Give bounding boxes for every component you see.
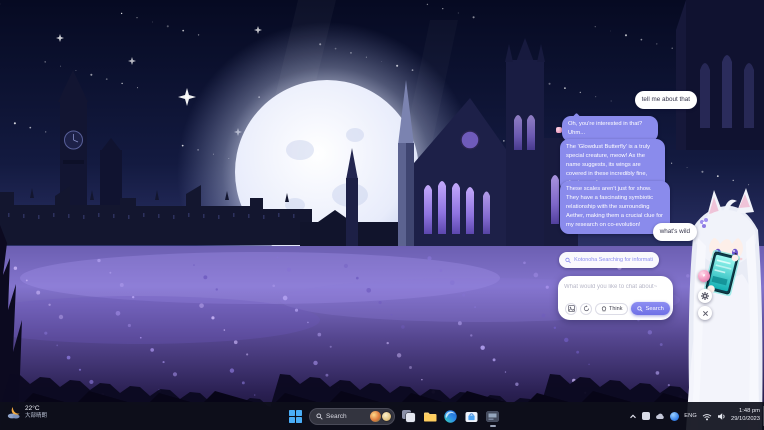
volume-icon bbox=[717, 412, 726, 421]
weather-condition: 大部晴朗 bbox=[25, 413, 47, 420]
store-icon bbox=[465, 410, 478, 423]
desktop: tell me about that Oh, you're interested… bbox=[0, 0, 764, 430]
chat-input[interactable] bbox=[564, 280, 667, 293]
taskbar-search-label: Search bbox=[326, 413, 347, 420]
weather-temperature: 22°C bbox=[25, 405, 47, 413]
search-status-text: Kotonoha Searching for information... bbox=[574, 257, 653, 263]
think-button[interactable]: Think bbox=[595, 303, 628, 315]
network-button[interactable] bbox=[702, 412, 712, 421]
regenerate-button[interactable] bbox=[580, 303, 592, 315]
search-icon bbox=[637, 306, 643, 312]
clock-date: 29/10/2023 bbox=[731, 416, 760, 424]
companion-character[interactable] bbox=[684, 186, 764, 430]
tray-app-icon[interactable] bbox=[642, 412, 650, 420]
store-button[interactable] bbox=[464, 409, 479, 424]
image-icon bbox=[568, 305, 575, 312]
chevron-up-icon bbox=[629, 413, 637, 420]
night-cloud-icon bbox=[6, 405, 22, 420]
chat-message-user: tell me about that bbox=[635, 91, 697, 109]
search-sparkle-icon bbox=[565, 257, 571, 264]
search-highlight-icon[interactable] bbox=[381, 411, 392, 422]
think-icon bbox=[601, 306, 607, 312]
tray-chevron-button[interactable] bbox=[629, 413, 637, 420]
search-button-label: Search bbox=[645, 306, 663, 312]
settings-button[interactable] bbox=[698, 289, 712, 303]
app-window-icon bbox=[486, 410, 499, 423]
file-explorer-button[interactable] bbox=[422, 409, 437, 424]
search-status-pill: Kotonoha Searching for information... bbox=[559, 252, 659, 268]
file-explorer-icon bbox=[423, 411, 437, 422]
corner-building bbox=[676, 0, 764, 150]
clock-time: 1:48 pm bbox=[739, 408, 760, 416]
edge-icon bbox=[444, 410, 457, 423]
chat-input-buttons: Think Search bbox=[565, 302, 670, 315]
language-indicator[interactable]: ENG bbox=[684, 413, 697, 419]
taskbar: 22°C 大部晴朗 Search bbox=[0, 402, 764, 430]
volume-button[interactable] bbox=[717, 412, 726, 421]
regenerate-icon bbox=[583, 305, 590, 312]
running-app-button[interactable] bbox=[485, 409, 500, 424]
close-icon bbox=[702, 310, 709, 317]
start-button[interactable] bbox=[288, 409, 303, 424]
chat-message-user: what's wild bbox=[653, 223, 697, 241]
clock[interactable]: 1:48 pm 29/10/2023 bbox=[731, 408, 760, 423]
chat-input-card: Think Search bbox=[558, 276, 673, 320]
sync-orb-icon[interactable] bbox=[670, 412, 679, 421]
close-chat-button[interactable] bbox=[698, 306, 712, 320]
task-view-button[interactable] bbox=[401, 409, 416, 424]
running-indicator bbox=[490, 425, 496, 427]
system-tray: ENG 1:48 pm 29/10/2023 bbox=[629, 402, 760, 430]
gear-icon bbox=[701, 292, 709, 300]
search-highlight-icon[interactable] bbox=[370, 411, 381, 422]
edge-button[interactable] bbox=[443, 409, 458, 424]
think-button-label: Think bbox=[609, 306, 622, 312]
taskbar-center: Search bbox=[288, 402, 500, 430]
weather-widget[interactable]: 22°C 大部晴朗 bbox=[6, 405, 47, 420]
image-button[interactable] bbox=[565, 303, 577, 315]
network-icon bbox=[702, 412, 712, 421]
search-button[interactable]: Search bbox=[631, 302, 669, 315]
taskbar-search-box[interactable]: Search bbox=[309, 408, 395, 425]
start-icon bbox=[289, 410, 302, 423]
search-icon bbox=[316, 413, 323, 420]
cloud-icon[interactable] bbox=[655, 413, 665, 420]
chat-message-assistant: These scales aren't just for show. They … bbox=[560, 181, 670, 234]
heart-orb-button[interactable]: ♥ bbox=[698, 270, 710, 282]
